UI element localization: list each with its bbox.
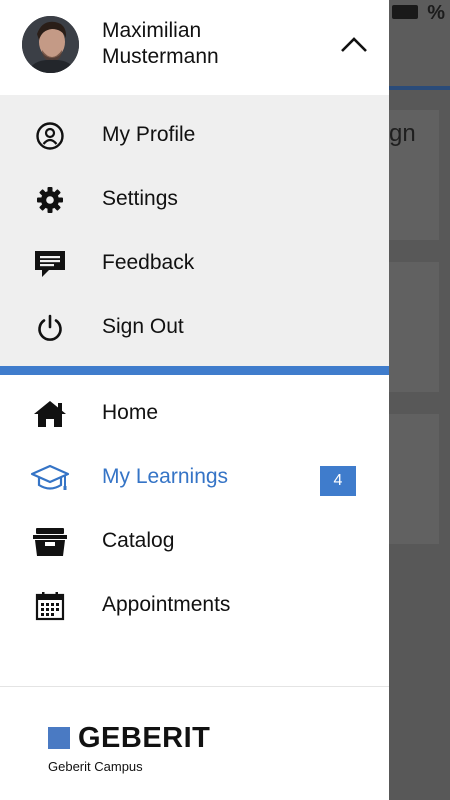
app-subtitle: Geberit Campus	[48, 759, 143, 774]
status-bar: %	[427, 2, 446, 24]
drawer-footer: GEBERIT Geberit Campus	[0, 686, 389, 800]
menu-item-my-profile[interactable]: My Profile	[0, 103, 389, 167]
graduation-cap-icon	[30, 463, 70, 493]
gear-icon	[30, 185, 70, 215]
avatar[interactable]	[22, 16, 79, 73]
message-icon	[30, 249, 70, 279]
background-card	[389, 262, 439, 392]
background-card-text: gn	[389, 120, 416, 147]
logo-square-icon	[48, 727, 70, 749]
menu-item-settings[interactable]: Settings	[0, 167, 389, 231]
user-circle-icon	[30, 121, 70, 151]
menu-item-label: My Profile	[102, 123, 196, 146]
nav-item-my-learnings[interactable]: My Learnings 4	[0, 445, 389, 509]
menu-item-sign-out[interactable]: Sign Out	[0, 295, 389, 359]
nav-item-label: My Learnings	[102, 465, 229, 488]
logo-text: GEBERIT	[78, 722, 211, 754]
account-menu: My Profile Settings Feedback Sign Out	[0, 95, 389, 366]
count-badge: 4	[320, 466, 356, 496]
calendar-icon	[30, 591, 70, 621]
background-card	[389, 414, 439, 544]
battery-icon	[392, 5, 418, 19]
navigation-drawer: Maximilian Mustermann My Profile Setting…	[0, 0, 389, 800]
section-divider	[0, 366, 389, 375]
menu-item-label: Feedback	[102, 251, 195, 274]
nav-item-label: Catalog	[102, 529, 175, 552]
background-card: gn	[389, 110, 439, 240]
menu-item-label: Settings	[102, 187, 178, 210]
home-icon	[30, 399, 70, 429]
nav-item-label: Home	[102, 401, 159, 424]
main-navigation: Home My Learnings 4 Catalog Appointments	[0, 375, 389, 685]
profile-header: Maximilian Mustermann	[0, 0, 389, 95]
archive-box-icon	[30, 527, 70, 557]
nav-item-home[interactable]: Home	[0, 381, 389, 445]
user-name: Maximilian Mustermann	[102, 18, 219, 70]
nav-item-appointments[interactable]: Appointments	[0, 573, 389, 637]
nav-item-catalog[interactable]: Catalog	[0, 509, 389, 573]
user-first-name: Maximilian	[102, 19, 202, 42]
nav-item-label: Appointments	[102, 593, 231, 616]
menu-item-feedback[interactable]: Feedback	[0, 231, 389, 295]
user-last-name: Mustermann	[102, 45, 219, 68]
menu-item-label: Sign Out	[102, 315, 184, 338]
power-icon	[30, 313, 70, 343]
chevron-up-icon[interactable]	[336, 30, 372, 60]
geberit-logo: GEBERIT	[48, 723, 210, 753]
background-accent-bar	[389, 86, 450, 90]
